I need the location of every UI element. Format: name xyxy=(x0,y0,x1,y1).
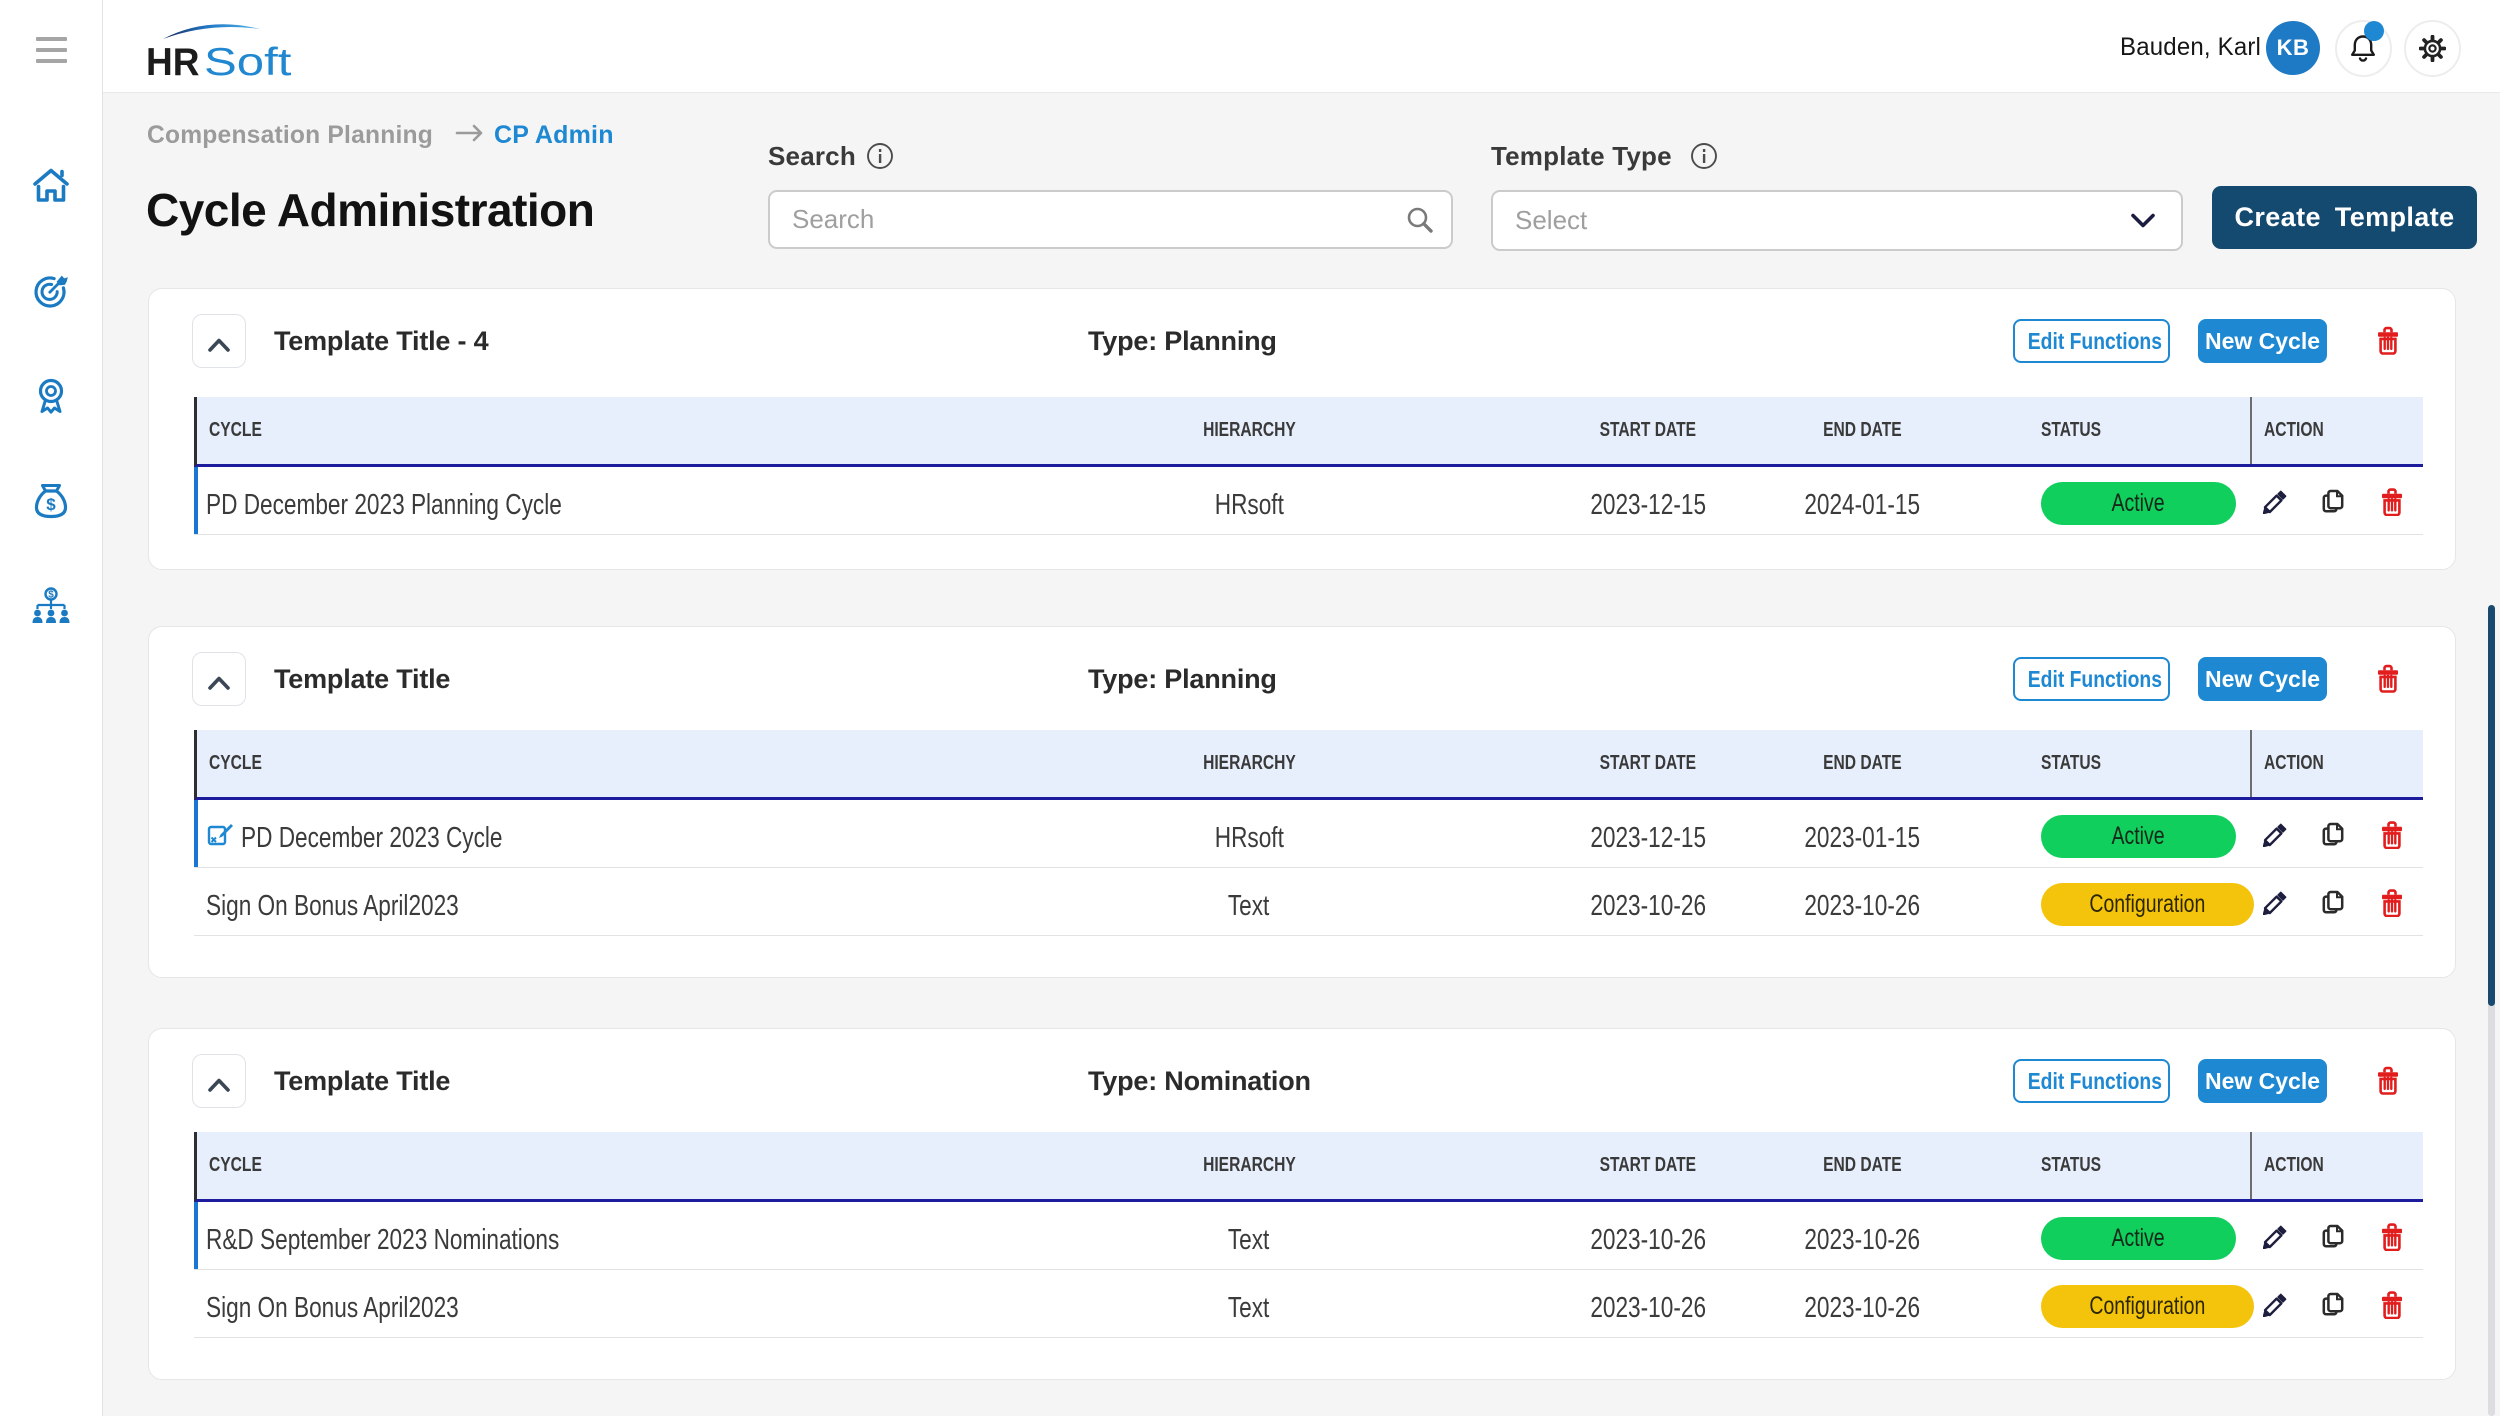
svg-text:$: $ xyxy=(48,590,54,601)
svg-text:$: $ xyxy=(46,495,56,514)
